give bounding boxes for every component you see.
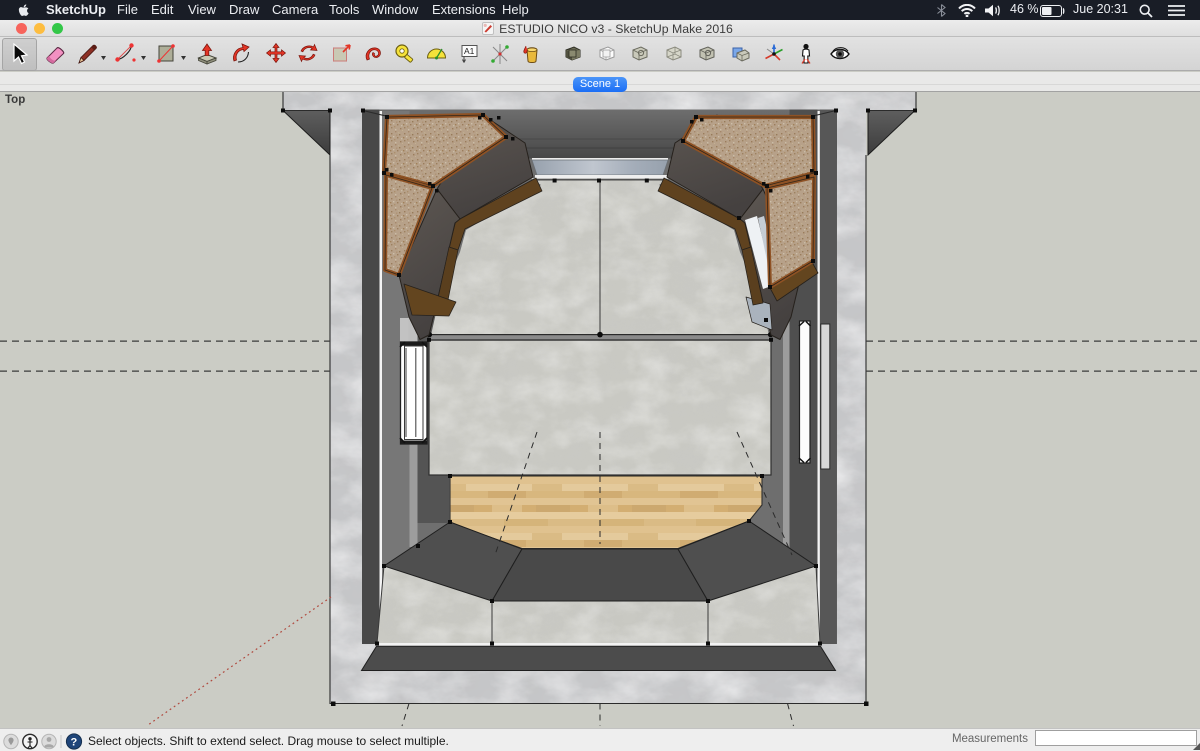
svg-text:?: ? xyxy=(71,737,78,749)
svg-text:Top: Top xyxy=(5,94,25,106)
svg-text:A1: A1 xyxy=(464,46,475,56)
